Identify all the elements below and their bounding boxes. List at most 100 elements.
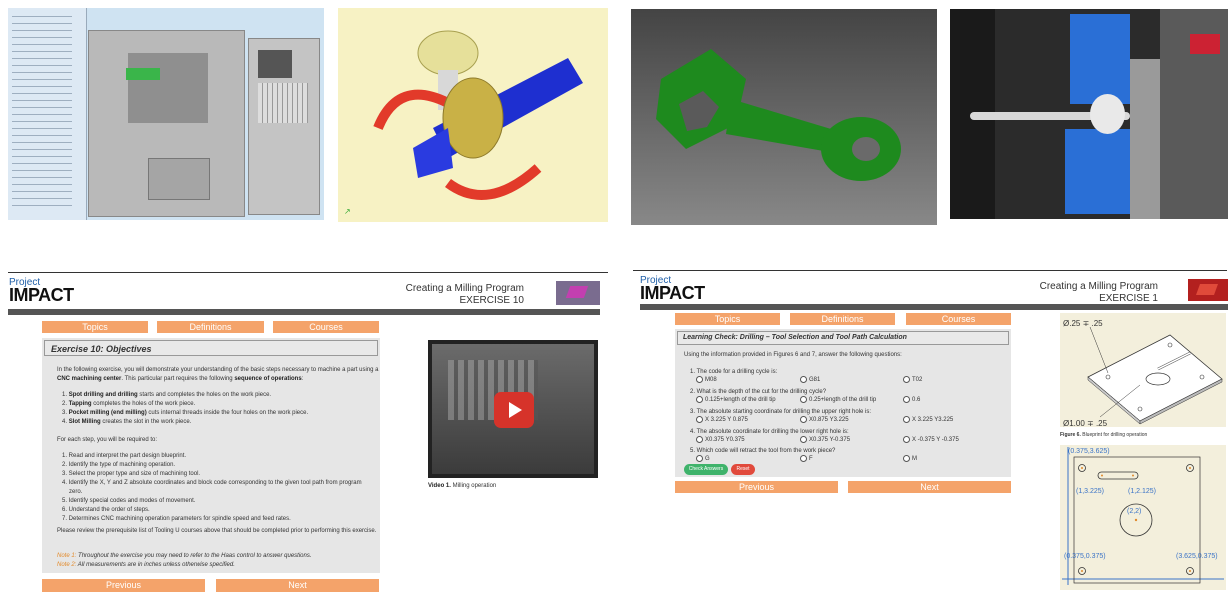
ex10-video-player[interactable] (428, 340, 598, 478)
radio-icon[interactable] (800, 455, 807, 462)
ex1-q2-opt-b[interactable]: 0.25+length of the drill tip (800, 396, 876, 404)
ex1-q4-opt-a[interactable]: X0.375 Y0.375 (696, 436, 745, 444)
control-screen (258, 50, 292, 78)
radio-icon[interactable] (800, 376, 807, 383)
ex1-q3-opt-b[interactable]: X0.875 Y3.225 (800, 416, 849, 424)
green-part (126, 68, 160, 80)
ex10-tab-courses[interactable]: Courses (273, 321, 379, 333)
ex10-step: 7. Determines CNC machining operation pa… (62, 516, 291, 522)
radio-icon[interactable] (696, 436, 703, 443)
ex1-tab-definitions[interactable]: Definitions (790, 313, 895, 325)
ex1-q3-opt-b-label: X0.875 Y3.225 (809, 417, 849, 424)
ex1-tab-courses[interactable]: Courses (906, 313, 1011, 325)
ex10-logo-impact: IMPACT (9, 285, 74, 305)
fig6-caption-label: Figure 6. (1060, 432, 1081, 438)
ex1-q1-opt-c[interactable]: T02 (903, 376, 922, 384)
ex10-op-bold: Slot Milling (68, 419, 101, 425)
fig7-point-slot-left: (1,3.225) (1076, 488, 1105, 495)
svg-text:↗: ↗ (344, 207, 351, 216)
ex10-tab-topics[interactable]: Topics (42, 321, 148, 333)
ex10-header-title: Creating a Milling Program EXERCISE 10 (400, 283, 524, 307)
ex1-q5-opt-b[interactable]: F (800, 455, 813, 463)
ex10-note2-label: Note 2: (57, 562, 77, 568)
ex10-notes: Note 1: Throughout the exercise you may … (57, 552, 312, 570)
ex1-logo-impact: IMPACT (640, 283, 705, 303)
radio-icon[interactable] (696, 376, 703, 383)
ex10-intro-mid: . This particular part requires the foll… (121, 376, 235, 382)
radio-icon[interactable] (903, 396, 910, 403)
ex10-note1: Note 1: Throughout the exercise you may … (57, 552, 312, 561)
ex10-header-bar (8, 309, 600, 315)
ex1-q4-opt-b-label: X0.375 Y-0.375 (809, 437, 851, 444)
ex1-q4-opt-c[interactable]: X -0.375 Y -0.375 (903, 436, 959, 444)
wrench-3d-model (631, 9, 937, 225)
ex10-op-num: 2. (62, 401, 68, 407)
ex1-q1-opt-c-label: T02 (912, 377, 923, 384)
ex1-previous-button[interactable]: Previous (675, 481, 838, 493)
fig7-point-slot-right: (1,2.125) (1128, 488, 1157, 495)
ex1-q5-opt-b-label: F (809, 456, 813, 463)
ex1-q3-opt-c[interactable]: X 3.225 Y3.225 (903, 416, 953, 424)
ex1-q2-opt-a-label: 0.125+length of the drill tip (705, 397, 776, 404)
radio-icon[interactable] (696, 416, 703, 423)
radio-icon[interactable] (903, 416, 910, 423)
ex1-q1-opt-a-label: M08 (705, 377, 717, 384)
ex10-for-each: For each step, you will be required to: (57, 437, 158, 443)
radio-icon[interactable] (696, 455, 703, 462)
radio-icon[interactable] (903, 436, 910, 443)
fig7-point-bottom-right: (3.625,0.375) (1176, 553, 1218, 560)
ex1-thumbnail-part (1195, 284, 1219, 295)
ex1-q2-opt-a[interactable]: 0.125+length of the drill tip (696, 396, 776, 404)
ex10-title: Creating a Milling Program (405, 283, 524, 294)
radio-icon[interactable] (903, 455, 910, 462)
ex10-steps-list: 1. Read and interpret the part design bl… (62, 452, 362, 524)
check-answers-button[interactable]: Check Answers (684, 464, 728, 475)
ex1-q5-opt-c[interactable]: M (903, 455, 917, 463)
ex1-q2-opt-b-label: 0.25+length of the drill tip (809, 397, 877, 404)
ex10-op-bold: Pocket milling (end milling) (68, 410, 147, 416)
ex10-logo: Project IMPACT (9, 277, 74, 306)
ex1-q3-opt-a[interactable]: X 3.225 Y 0.875 (696, 416, 748, 424)
ex10-ops-list: 1. Spot drilling and drilling starts and… (62, 391, 308, 427)
ex10-op-num: 1. (62, 392, 68, 398)
ex1-lc-intro: Using the information provided in Figure… (684, 352, 902, 358)
ex1-q3-opt-a-label: X 3.225 Y 0.875 (705, 417, 748, 424)
gear-3d-illustration: ↗ (338, 8, 608, 222)
ex1-q5-opt-a[interactable]: G (696, 455, 710, 463)
ex1-q1-opt-b[interactable]: G81 (800, 376, 820, 384)
fig7-point-center: (2,2) (1127, 508, 1142, 515)
ex1-next-button[interactable]: Next (848, 481, 1011, 493)
figure7-drawing (1062, 447, 1224, 585)
steel-plate (1130, 59, 1160, 219)
ex10-tab-definitions[interactable]: Definitions (157, 321, 264, 333)
ex10-step: 6. Understand the order of steps. (62, 507, 150, 513)
radio-icon[interactable] (696, 396, 703, 403)
ex10-op-rest: cuts internal threads inside the four ho… (146, 410, 309, 416)
fig7-point-bottom-left: (0.375,0.375) (1064, 553, 1106, 560)
radio-icon[interactable] (800, 416, 807, 423)
machine-lower-panel (148, 158, 210, 200)
radio-icon[interactable] (800, 436, 807, 443)
ex1-lc-title: Learning Check: Drilling – Tool Selectio… (677, 331, 1009, 345)
ex1-q2-opt-c[interactable]: 0.6 (903, 396, 920, 404)
ex10-op-num: 3. (62, 410, 68, 416)
ex10-next-button[interactable]: Next (216, 579, 379, 592)
ex1-question-5: 5. Which code will retract the tool from… (690, 448, 836, 454)
fig6-dim-bottom: Ø1.00 ∓ .25 (1063, 419, 1108, 428)
ex1-question-1: 1. The code for a drilling cycle is: (690, 369, 778, 375)
ex1-q4-opt-b[interactable]: X0.375 Y-0.375 (800, 436, 850, 444)
ex10-op-rest: starts and completes the holes on the wo… (137, 392, 272, 398)
ex1-q5-opt-c-label: M (912, 456, 917, 463)
ex1-q4-opt-c-label: X -0.375 Y -0.375 (912, 437, 959, 444)
ex1-q4-opt-a-label: X0.375 Y0.375 (705, 437, 745, 444)
ex10-intro-cnc: CNC machining center (57, 376, 122, 382)
tree-lines (12, 12, 72, 212)
ex10-previous-button[interactable]: Previous (42, 579, 205, 592)
radio-icon[interactable] (903, 376, 910, 383)
ex1-tab-topics[interactable]: Topics (675, 313, 780, 325)
reset-button[interactable]: Reset (731, 464, 755, 475)
radio-icon[interactable] (800, 396, 807, 403)
ex10-op-bold: Spot drilling and drilling (68, 392, 138, 398)
play-button-icon[interactable] (494, 392, 534, 428)
ex1-q1-opt-a[interactable]: M08 (696, 376, 717, 384)
